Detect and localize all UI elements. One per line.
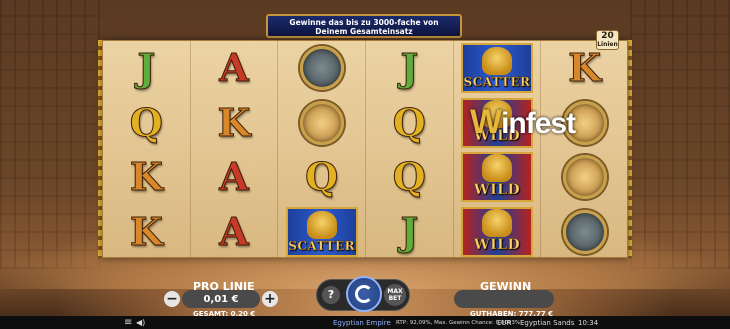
symbol-letter-text: K [129, 208, 163, 254]
plaque-figure [481, 208, 512, 237]
symbol-letter-text: A [219, 154, 250, 200]
symbol-letter-text: A [219, 45, 250, 91]
sphinx-icon [299, 100, 344, 145]
spin-button[interactable] [346, 276, 382, 312]
bet-increase-button[interactable]: + [262, 291, 278, 307]
max-bet-line2: BET [388, 295, 402, 302]
symbol-letter: J [373, 44, 445, 92]
pharaoh-mask-icon: WILD [460, 206, 533, 257]
symbol-letter: Q [286, 153, 358, 201]
symbol-letter-text: K [217, 99, 251, 145]
bet-decrease-button[interactable]: − [164, 291, 180, 307]
symbol-letter-text: J [137, 45, 156, 91]
plaque-word: SCATTER [288, 238, 356, 253]
symbol-letter: A [198, 44, 270, 92]
banner-line-1: Gewinne das bis zu 3000-fache von [289, 18, 439, 27]
symbol-letter: Q [373, 153, 445, 201]
pharaoh-mask-icon: WILD [460, 152, 533, 203]
symbol-scatter: SCATTER [285, 206, 358, 257]
reel-board: J Q K K A K A A Q SCATTER J Q Q J SCATTER WILD WILD WILD K [102, 40, 629, 259]
plaque-figure [306, 210, 337, 239]
anubis-icon [562, 209, 607, 254]
plaque-figure [481, 154, 512, 183]
symbol-letter-text: Q [305, 154, 339, 200]
paylines-label: Linien [597, 41, 618, 48]
symbol-letter: J [373, 208, 445, 256]
reel-6: K [541, 41, 629, 259]
symbol-sphinx-medal [549, 153, 621, 201]
symbol-letter-text: Q [129, 99, 163, 145]
max-bet-button[interactable]: MAX BET [384, 284, 406, 306]
symbol-letter: A [198, 153, 270, 201]
symbol-scatter: SCATTER [460, 43, 533, 94]
game-name: Egyptian Sands [520, 318, 575, 327]
paylines-count: 20 [601, 31, 614, 41]
symbol-letter-text: Q [392, 154, 426, 200]
sound-icon[interactable]: ◀) [136, 318, 145, 327]
max-bet-line1: MAX [387, 288, 403, 295]
banner-line-2: Deinem Gesamteinsatz [315, 27, 413, 36]
symbol-letter-text: K [568, 45, 602, 91]
symbol-anubis-medal [286, 44, 358, 92]
reel-3: Q SCATTER [278, 41, 366, 259]
menu-icon[interactable]: ≡ [124, 317, 132, 328]
status-bar: ≡ ◀) Egyptian Empire RTP: 92,09%, Max. G… [0, 316, 730, 329]
anubis-icon [299, 46, 344, 91]
reel-5: SCATTER WILD WILD WILD [454, 41, 542, 259]
max-win-banner: Gewinne das bis zu 3000-fache von Deinem… [266, 14, 462, 38]
symbol-letter-text: Q [392, 99, 426, 145]
symbol-letter: J [110, 44, 182, 92]
plaque-word: WILD [473, 236, 521, 253]
symbol-letter-text: J [400, 45, 419, 91]
symbol-letter: Q [373, 99, 445, 147]
bet-value-display: 0,01 € [182, 290, 260, 308]
watermark-logo: Winfest [470, 103, 576, 141]
symbol-wild: WILD [460, 206, 533, 257]
symbol-letter: K [110, 153, 182, 201]
currency-label: EUR [497, 318, 512, 327]
scarab-pot-icon: SCATTER [285, 206, 358, 257]
game-logo: Egyptian Empire [333, 318, 391, 327]
symbol-letter: K [549, 44, 621, 92]
reel-1: JQKK [103, 41, 191, 259]
reel-4: JQQJ [366, 41, 454, 259]
plaque-figure [481, 47, 512, 76]
symbol-wild: WILD [460, 152, 533, 203]
scarab-pot-icon: SCATTER [460, 43, 533, 94]
symbol-sphinx-medal [286, 99, 358, 147]
plaque-word: SCATTER [463, 75, 531, 90]
symbol-letter: K [110, 208, 182, 256]
symbol-anubis-medal [549, 208, 621, 256]
symbol-letter: A [198, 208, 270, 256]
paylines-badge: 20 Linien [596, 30, 619, 50]
symbol-letter: K [198, 99, 270, 147]
clock: 10:34 [578, 318, 599, 327]
symbol-letter: Q [110, 99, 182, 147]
help-button[interactable]: ? [322, 286, 340, 304]
win-display [454, 290, 554, 308]
symbol-letter-text: A [219, 208, 250, 254]
plaque-word: WILD [473, 182, 521, 199]
symbol-letter-text: J [400, 208, 419, 254]
symbol-letter-text: K [129, 154, 163, 200]
sphinx-icon [562, 155, 607, 200]
reel-2: AKAA [191, 41, 279, 259]
spin-icon [355, 285, 373, 303]
